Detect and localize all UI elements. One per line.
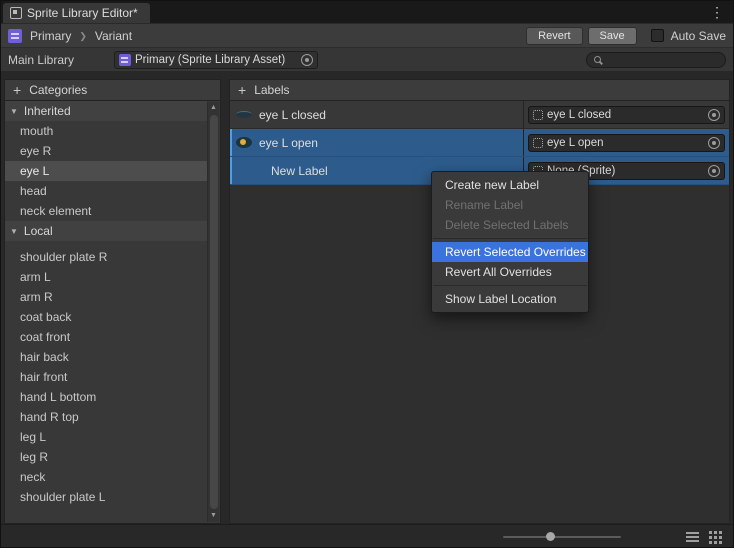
sprite-library-asset-icon bbox=[119, 54, 131, 66]
scrollbar-thumb[interactable] bbox=[210, 115, 218, 509]
category-group-header[interactable]: ▼ Inherited bbox=[5, 101, 207, 121]
object-picker-icon[interactable] bbox=[301, 54, 313, 66]
menu-divider bbox=[433, 285, 587, 286]
menu-item[interactable]: Create new Label bbox=[432, 175, 588, 195]
category-group: ▼ Local shoulder plate Rarm Larm Rcoat bac… bbox=[5, 221, 207, 507]
grid-view-icon[interactable] bbox=[709, 531, 722, 544]
category-group-items: shoulder plate Rarm Larm Rcoat backcoat … bbox=[5, 247, 207, 507]
chevron-right-icon: ❯ bbox=[79, 30, 87, 42]
add-category-button[interactable]: + bbox=[13, 83, 21, 97]
tab-sprite-library-editor[interactable]: Sprite Library Editor* bbox=[3, 3, 150, 23]
label-row[interactable]: eye L open eye L open bbox=[230, 129, 729, 157]
sprite-field-slot: eye L closed bbox=[523, 101, 729, 128]
category-group-label: Inherited bbox=[24, 104, 71, 118]
menu-divider bbox=[433, 238, 587, 239]
sprite-library-editor-icon bbox=[10, 7, 22, 19]
category-item[interactable]: eye L bbox=[5, 161, 207, 181]
category-item[interactable]: neck bbox=[5, 467, 207, 487]
search-icon bbox=[594, 56, 601, 63]
category-item[interactable]: hair front bbox=[5, 367, 207, 387]
category-group: ▼ Inherited moutheye Reye Lheadneck elemen… bbox=[5, 101, 207, 221]
label-row[interactable]: eye L closed eye L closed bbox=[230, 101, 729, 129]
breadcrumb-variant[interactable]: Variant bbox=[92, 29, 135, 43]
sprite-field-slot: eye L open bbox=[523, 129, 729, 156]
panel-splitter[interactable] bbox=[221, 79, 229, 524]
sprite-field-value: eye L closed bbox=[547, 109, 704, 121]
tab-bar: Sprite Library Editor* ⋮ bbox=[1, 1, 733, 23]
category-item[interactable]: mouth bbox=[5, 121, 207, 141]
category-item[interactable]: leg R bbox=[5, 447, 207, 467]
category-item[interactable]: shoulder plate L bbox=[5, 487, 207, 507]
category-group-items: moutheye Reye Lheadneck element bbox=[5, 121, 207, 221]
category-item[interactable]: shoulder plate R bbox=[5, 247, 207, 267]
search-input[interactable] bbox=[606, 53, 718, 67]
category-item[interactable]: leg L bbox=[5, 427, 207, 447]
zoom-slider-knob[interactable] bbox=[546, 532, 555, 541]
window-menu-icon[interactable]: ⋮ bbox=[701, 4, 733, 21]
menu-item[interactable]: Revert All Overrides bbox=[432, 262, 588, 282]
main-library-object-field[interactable]: Primary (Sprite Library Asset) bbox=[114, 51, 318, 69]
main-library-value: Primary (Sprite Library Asset) bbox=[135, 54, 297, 66]
save-button[interactable]: Save bbox=[588, 27, 637, 45]
breadcrumb-toolbar: Primary ❯ Variant Revert Save Auto Save bbox=[1, 23, 733, 47]
breadcrumb-primary[interactable]: Primary bbox=[27, 29, 74, 43]
category-item[interactable]: arm R bbox=[5, 287, 207, 307]
sprite-field-value: eye L open bbox=[547, 137, 704, 149]
menu-item: Rename Label bbox=[432, 195, 588, 215]
label-name: eye L open bbox=[259, 136, 523, 150]
category-group-label: Local bbox=[24, 224, 53, 238]
label-name: eye L closed bbox=[259, 108, 523, 122]
category-group-header[interactable]: ▼ Local bbox=[5, 221, 207, 241]
main-library-bar: Main Library Primary (Sprite Library Ass… bbox=[1, 47, 733, 71]
zoom-slider-track[interactable] bbox=[503, 536, 621, 538]
revert-button[interactable]: Revert bbox=[526, 27, 582, 45]
sprite-library-icon bbox=[8, 29, 22, 43]
category-item[interactable]: neck element bbox=[5, 201, 207, 221]
categories-title: Categories bbox=[29, 83, 87, 97]
labels-header: + Labels bbox=[230, 80, 729, 101]
category-item[interactable]: arm L bbox=[5, 267, 207, 287]
menu-item[interactable]: Show Label Location bbox=[432, 289, 588, 309]
object-picker-icon[interactable] bbox=[708, 165, 720, 177]
auto-save-label: Auto Save bbox=[671, 29, 726, 43]
sprite-icon bbox=[533, 110, 543, 120]
menu-item[interactable]: Revert Selected Overrides bbox=[432, 242, 588, 262]
categories-list: ▼ Inherited moutheye Reye Lheadneck elemen… bbox=[5, 101, 207, 523]
sprite-icon bbox=[533, 138, 543, 148]
main-content: + Categories ▼ Inherited moutheye Reye Lhe… bbox=[4, 79, 730, 524]
tab-title: Sprite Library Editor* bbox=[27, 6, 138, 20]
main-library-label: Main Library bbox=[8, 53, 106, 67]
search-field[interactable] bbox=[586, 52, 726, 68]
eye-open-thumbnail bbox=[236, 137, 252, 148]
category-item[interactable]: hand R top bbox=[5, 407, 207, 427]
sprite-object-field[interactable]: eye L open bbox=[528, 134, 725, 152]
list-view-icon[interactable] bbox=[686, 532, 699, 543]
context-menu: Create new LabelRename LabelDelete Selec… bbox=[431, 171, 589, 313]
category-item[interactable]: coat back bbox=[5, 307, 207, 327]
menu-item: Delete Selected Labels bbox=[432, 215, 588, 235]
status-bar bbox=[1, 524, 733, 547]
sprite-object-field[interactable]: eye L closed bbox=[528, 106, 725, 124]
eye-closed-thumbnail bbox=[236, 111, 252, 118]
categories-panel: + Categories ▼ Inherited moutheye Reye Lhe… bbox=[4, 79, 221, 524]
object-picker-icon[interactable] bbox=[708, 109, 720, 121]
foldout-open-icon: ▼ bbox=[10, 107, 18, 116]
category-item[interactable]: eye R bbox=[5, 141, 207, 161]
scroll-down-icon[interactable]: ▼ bbox=[208, 511, 219, 521]
category-item[interactable]: head bbox=[5, 181, 207, 201]
auto-save-checkbox[interactable] bbox=[651, 29, 664, 42]
zoom-slider[interactable] bbox=[503, 525, 621, 548]
add-label-button[interactable]: + bbox=[238, 83, 246, 97]
object-picker-icon[interactable] bbox=[708, 137, 720, 149]
categories-scrollbar[interactable]: ▲ ▼ bbox=[207, 102, 219, 522]
sprite-library-editor-window: Sprite Library Editor* ⋮ Primary ❯ Varia… bbox=[0, 0, 734, 548]
scroll-up-icon[interactable]: ▲ bbox=[208, 103, 219, 113]
category-item[interactable]: hand L bottom bbox=[5, 387, 207, 407]
categories-header: + Categories bbox=[5, 80, 220, 101]
category-item[interactable]: hair back bbox=[5, 347, 207, 367]
category-item[interactable]: coat front bbox=[5, 327, 207, 347]
labels-title: Labels bbox=[254, 83, 289, 97]
foldout-open-icon: ▼ bbox=[10, 227, 18, 236]
